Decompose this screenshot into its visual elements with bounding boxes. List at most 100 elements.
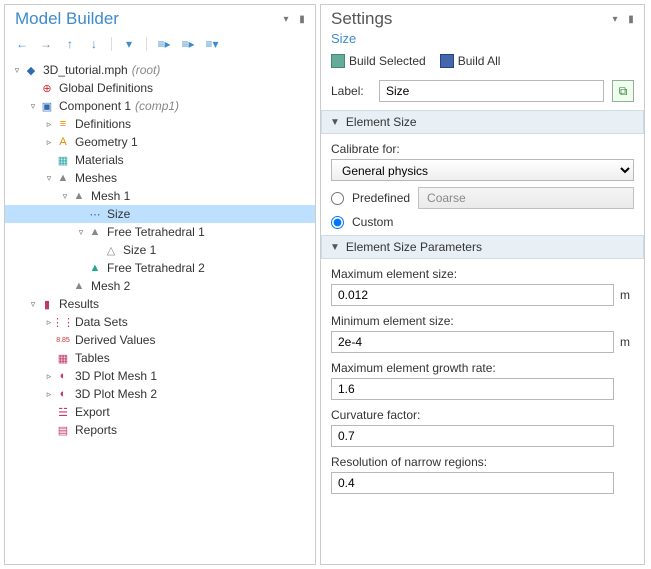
node-icon: ▲ (87, 260, 103, 276)
build-selected-button[interactable]: Build Selected (331, 54, 426, 68)
calibrate-label: Calibrate for: (331, 142, 634, 156)
calibrate-select[interactable]: General physics (331, 159, 634, 181)
node-icon: ▣ (39, 98, 55, 114)
expand-icon[interactable]: ▿ (27, 101, 39, 112)
tree-node[interactable]: ▹⋮⋮Data Sets (5, 313, 315, 331)
expand-icon[interactable]: ▿ (27, 299, 39, 310)
node-icon: ▲ (55, 170, 71, 186)
tree-node[interactable]: ▹▲Free Tetrahedral 2 (5, 259, 315, 277)
label-input[interactable] (379, 80, 604, 102)
tree-node[interactable]: ▹8.85Derived Values (5, 331, 315, 349)
model-builder-panel: Model Builder ▾ ▮ ← → ↑ ↓ ▾ ≡▸ ≡▸ ≡▾ ▿◆3… (4, 4, 316, 565)
model-builder-title: Model Builder (15, 9, 281, 29)
node-label: Global Definitions (59, 81, 153, 95)
tree-node[interactable]: ▹▲Mesh 2 (5, 277, 315, 295)
custom-radio[interactable] (331, 216, 344, 229)
node-icon: 8.85 (55, 332, 71, 348)
chevron-down-icon: ▼ (330, 117, 340, 128)
tree-node[interactable]: ▹◐ 3D Plot Mesh 2 (5, 385, 315, 403)
show-button[interactable]: ▾ (120, 35, 138, 53)
node-icon: ▦ (55, 350, 71, 366)
tree-node[interactable]: ▿▲Meshes (5, 169, 315, 187)
param-input[interactable] (331, 378, 614, 400)
tree-node[interactable]: ▹▤Reports (5, 421, 315, 439)
node-label: 3D Plot Mesh 1 (75, 369, 157, 383)
param-input[interactable] (331, 472, 614, 494)
expand-icon[interactable]: ▿ (75, 227, 87, 238)
node-annotation: (root) (132, 63, 161, 77)
node-icon: ▤ (55, 422, 71, 438)
expand-icon[interactable]: ▹ (43, 371, 55, 382)
predefined-select: Coarse (418, 187, 634, 209)
node-label: Component 1 (59, 99, 131, 113)
tree-node[interactable]: ▿▮Results (5, 295, 315, 313)
collapse-all-button[interactable]: ≡▾ (203, 35, 221, 53)
node-icon: ◐ (55, 368, 71, 384)
node-icon: ▲ (71, 278, 87, 294)
dropdown-icon[interactable]: ▾ (281, 14, 291, 24)
label-label: Label: (331, 84, 371, 98)
down-button[interactable]: ↓ (85, 35, 103, 53)
pin-icon[interactable]: ▮ (626, 14, 636, 24)
node-icon: ☱ (55, 404, 71, 420)
tree-node[interactable]: ▹△Size 1 (5, 241, 315, 259)
node-icon: ⊕ (39, 80, 55, 96)
node-label: Geometry 1 (75, 135, 138, 149)
tree-node[interactable]: ▹A Geometry 1 (5, 133, 315, 151)
param-input[interactable] (331, 331, 614, 353)
tree-node[interactable]: ▹▦Materials (5, 151, 315, 169)
tree-node[interactable]: ▹⊕Global Definitions (5, 79, 315, 97)
dropdown-icon[interactable]: ▾ (610, 14, 620, 24)
node-icon: ◆ (23, 62, 39, 78)
tree-node[interactable]: ▿◆3D_tutorial.mph(root) (5, 61, 315, 79)
expand-button[interactable]: ≡▸ (155, 35, 173, 53)
node-annotation: (comp1) (135, 99, 179, 113)
collapse-button[interactable]: ≡▸ (179, 35, 197, 53)
up-button[interactable]: ↑ (61, 35, 79, 53)
build-selected-icon (331, 54, 345, 68)
forward-button[interactable]: → (37, 35, 55, 53)
build-all-button[interactable]: Build All (440, 54, 501, 68)
param-input[interactable] (331, 425, 614, 447)
expand-icon[interactable]: ▹ (43, 137, 55, 148)
predefined-label: Predefined (352, 191, 410, 205)
tree-node[interactable]: ▹▦Tables (5, 349, 315, 367)
expand-icon[interactable]: ▿ (11, 65, 23, 76)
tree-node[interactable]: ▿▲Mesh 1 (5, 187, 315, 205)
node-label: Reports (75, 423, 117, 437)
element-size-params-section[interactable]: ▼ Element Size Parameters (321, 235, 644, 259)
node-icon: ≡ (55, 116, 71, 132)
tree-node[interactable]: ▹☱Export (5, 403, 315, 421)
back-button[interactable]: ← (13, 35, 31, 53)
model-tree[interactable]: ▿◆3D_tutorial.mph(root) ▹ ⊕ Global Definiti… (5, 57, 315, 564)
expand-icon[interactable]: ▿ (43, 173, 55, 184)
tree-node[interactable]: ▹≡Definitions (5, 115, 315, 133)
go-button[interactable]: ⧉ (612, 80, 634, 102)
node-label: Materials (75, 153, 124, 167)
param-unit: m (620, 335, 634, 349)
tree-node[interactable]: ▹⋯Size (5, 205, 315, 223)
param-input[interactable] (331, 284, 614, 306)
node-label: 3D Plot Mesh 2 (75, 387, 157, 401)
tree-node[interactable]: ▹◐ 3D Plot Mesh 1 (5, 367, 315, 385)
pin-icon[interactable]: ▮ (297, 14, 307, 24)
node-label: Mesh 1 (91, 189, 130, 203)
expand-icon[interactable]: ▹ (43, 389, 55, 400)
param-label: Maximum element growth rate: (331, 361, 634, 375)
param-label: Resolution of narrow regions: (331, 455, 634, 469)
node-label: Free Tetrahedral 1 (107, 225, 205, 239)
tree-node[interactable]: ▿▣ Component 1 (comp1) (5, 97, 315, 115)
tree-node[interactable]: ▿▲Free Tetrahedral 1 (5, 223, 315, 241)
node-icon: △ (103, 242, 119, 258)
expand-icon[interactable]: ▹ (43, 119, 55, 130)
node-icon: ◐ (55, 386, 71, 402)
param-label: Curvature factor: (331, 408, 634, 422)
param-unit: m (620, 288, 634, 302)
element-size-section[interactable]: ▼ Element Size (321, 110, 644, 134)
node-icon: A (55, 134, 71, 150)
expand-icon[interactable]: ▿ (59, 191, 71, 202)
param-label: Minimum element size: (331, 314, 634, 328)
node-icon: ⋯ (87, 206, 103, 222)
predefined-radio[interactable] (331, 192, 344, 205)
model-builder-toolbar: ← → ↑ ↓ ▾ ≡▸ ≡▸ ≡▾ (5, 31, 315, 57)
